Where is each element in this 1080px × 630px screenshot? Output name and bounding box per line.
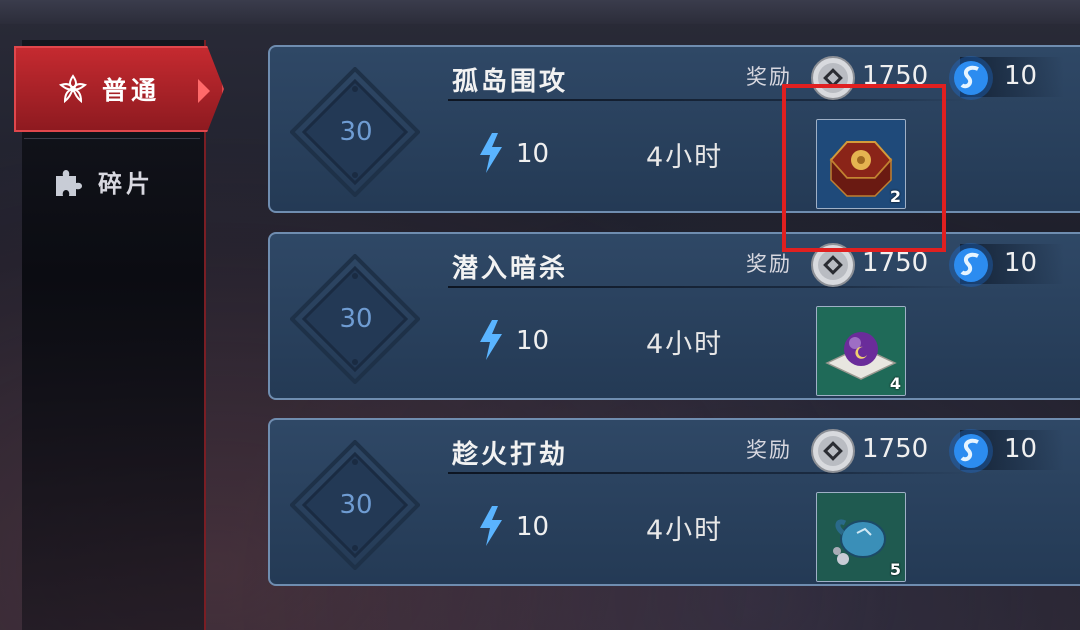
energy-cost: 10 — [516, 512, 550, 542]
flower-icon — [58, 74, 88, 104]
name-underline — [448, 472, 968, 474]
name-underline — [448, 286, 968, 288]
coin-reward: 1750 — [862, 248, 929, 278]
puzzle-icon — [56, 169, 82, 196]
tab-fragments[interactable]: 碎片 — [52, 164, 154, 199]
mission-level: 30 — [339, 304, 373, 334]
reward-label: 奖励 — [746, 252, 792, 276]
gem-reward: 10 — [1004, 248, 1038, 278]
mission-card[interactable]: 30 趁火打劫 10 4小时 奖励 1750 10 5 — [268, 418, 1080, 586]
tab-normal-label: 普通 — [102, 76, 161, 105]
mission-name: 潜入暗杀 — [452, 254, 569, 284]
mission-duration: 4小时 — [646, 515, 724, 546]
lightning-icon — [480, 320, 502, 360]
reward-item-slot[interactable]: 5 — [816, 492, 906, 582]
mission-card[interactable]: 30 潜入暗杀 10 4小时 奖励 1750 10 4 — [268, 232, 1080, 400]
mission-duration: 4小时 — [646, 329, 724, 360]
active-arrow-icon — [198, 79, 210, 103]
lightning-icon — [480, 506, 502, 546]
gem-reward: 10 — [1004, 434, 1038, 464]
reward-label: 奖励 — [746, 438, 792, 462]
blue-orb-icon — [949, 429, 993, 473]
coin-icon — [811, 429, 855, 473]
mission-level: 30 — [339, 490, 373, 520]
gem-reward: 10 — [1004, 61, 1038, 91]
lightning-icon — [480, 133, 502, 173]
blue-orb-icon — [949, 56, 993, 100]
sidebar-divider — [24, 138, 200, 139]
item-quantity: 5 — [889, 560, 901, 579]
highlight-box — [782, 84, 946, 252]
energy-cost: 10 — [516, 326, 550, 356]
mission-name: 趁火打劫 — [452, 440, 569, 470]
mission-name: 孤岛围攻 — [452, 67, 569, 97]
mission-duration: 4小时 — [646, 142, 724, 173]
top-band — [0, 0, 1080, 24]
blue-orb-icon — [949, 243, 993, 287]
mission-card[interactable]: 30 孤岛围攻 10 4小时 奖励 1750 10 2 — [268, 45, 1080, 213]
reward-item-slot[interactable]: 4 — [816, 306, 906, 396]
coin-reward: 1750 — [862, 434, 929, 464]
item-quantity: 4 — [889, 374, 901, 393]
energy-cost: 10 — [516, 139, 550, 169]
tab-normal[interactable]: 普通 — [14, 46, 224, 132]
mission-level: 30 — [339, 117, 373, 147]
tab-fragments-label: 碎片 — [98, 170, 154, 198]
